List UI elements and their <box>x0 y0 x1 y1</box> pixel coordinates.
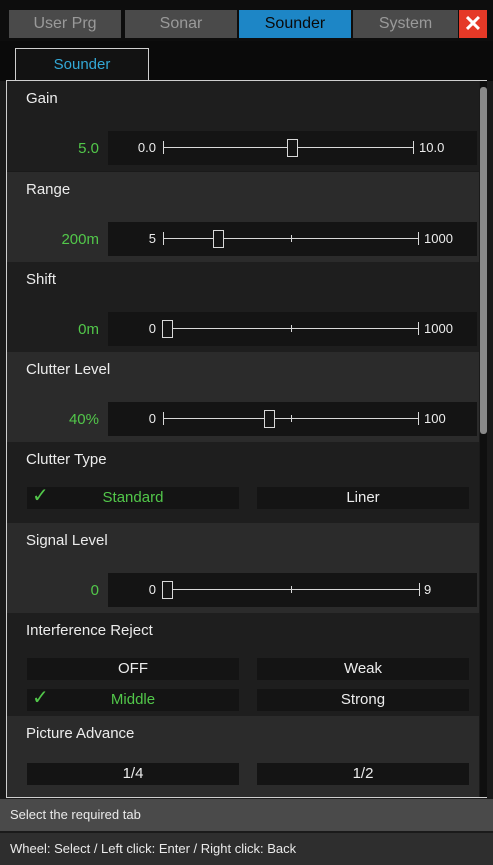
range-slider[interactable]: 5 1000 <box>108 222 477 256</box>
gain-header: Gain <box>7 81 479 126</box>
clutter-level-slider[interactable]: 0 100 <box>108 402 477 436</box>
signal-level-slider-thumb[interactable] <box>162 581 173 599</box>
gain-slider-thumb[interactable] <box>287 139 298 157</box>
clutter-level-label: Clutter Level <box>26 361 111 378</box>
tab-user-prg[interactable]: User Prg <box>9 10 121 38</box>
picture-advance-row: 1/4 1/2 <box>7 761 479 797</box>
clutter-type-label: Clutter Type <box>26 451 107 468</box>
signal-level-header: Signal Level <box>7 523 479 568</box>
gain-max: 10.0 <box>419 140 445 155</box>
tab-sounder[interactable]: Sounder <box>239 10 351 38</box>
slider-mid-tick <box>291 586 292 593</box>
shift-label: Shift <box>26 271 57 288</box>
clutter-level-max: 100 <box>424 411 446 426</box>
clutter-level-slider-thumb[interactable] <box>264 410 275 428</box>
option-label: Middle <box>110 691 156 708</box>
slider-max-cap <box>418 322 419 335</box>
picture-advance-header: Picture Advance <box>7 716 479 761</box>
tab-system[interactable]: System <box>353 10 458 38</box>
picture-advance-half-button[interactable]: 1/2 <box>257 763 469 785</box>
slider-mid-tick <box>291 235 292 242</box>
signal-level-max: 9 <box>424 582 432 597</box>
clutter-level-value: 40% <box>68 411 99 428</box>
gain-slider[interactable]: 0.0 10.0 <box>108 131 477 165</box>
shift-max: 1000 <box>424 321 453 336</box>
slider-max-cap <box>418 232 419 245</box>
picture-advance-label: Picture Advance <box>26 725 135 742</box>
range-slider-thumb[interactable] <box>213 230 224 248</box>
interference-middle-button[interactable]: ✓ Middle <box>27 687 239 711</box>
clutter-type-header: Clutter Type <box>7 442 479 487</box>
shift-min: 0 <box>148 321 156 336</box>
range-row: 200m 5 1000 <box>7 217 479 262</box>
range-max: 1000 <box>424 231 453 246</box>
range-label: Range <box>26 181 71 198</box>
range-min: 5 <box>148 231 156 246</box>
signal-level-row: 0 0 9 <box>7 568 479 613</box>
clutter-level-header: Clutter Level <box>7 352 479 397</box>
interference-reject-row: OFF Weak ✓ Middle Strong <box>7 658 479 716</box>
interference-reject-label: Interference Reject <box>26 622 153 639</box>
clutter-level-row: 40% 0 100 <box>7 397 479 442</box>
signal-level-min: 0 <box>148 582 156 597</box>
scrollbar-thumb[interactable] <box>480 87 487 434</box>
option-label: 1/4 <box>122 765 144 782</box>
tab-bar: User Prg Sonar Sounder System ✕ <box>0 0 493 41</box>
slider-max-cap <box>419 583 420 596</box>
clutter-level-min: 0 <box>148 411 156 426</box>
slider-mid-tick <box>291 325 292 332</box>
picture-advance-quarter-button[interactable]: 1/4 <box>27 763 239 785</box>
shift-row: 0m 0 1000 <box>7 307 479 352</box>
signal-level-label: Signal Level <box>26 532 108 549</box>
subtab-sounder[interactable]: Sounder <box>15 48 149 81</box>
option-label: OFF <box>118 660 148 677</box>
settings-panel: Gain 5.0 0.0 10.0 Range 200m 5 1000 Shif… <box>7 81 479 797</box>
option-label: Standard <box>102 489 164 506</box>
option-label: Weak <box>343 660 383 677</box>
range-header: Range <box>7 172 479 217</box>
clutter-type-row: ✓ Standard Liner <box>7 485 479 523</box>
shift-header: Shift <box>7 262 479 307</box>
check-icon: ✓ <box>32 485 49 507</box>
shift-slider-thumb[interactable] <box>162 320 173 338</box>
option-label: Strong <box>340 691 386 708</box>
clutter-type-standard-button[interactable]: ✓ Standard <box>27 485 239 509</box>
interference-off-button[interactable]: OFF <box>27 658 239 680</box>
signal-level-value: 0 <box>90 582 99 599</box>
gain-row: 5.0 0.0 10.0 <box>7 126 479 171</box>
interference-reject-header: Interference Reject <box>7 613 479 658</box>
interference-strong-button[interactable]: Strong <box>257 689 469 711</box>
signal-level-slider[interactable]: 0 9 <box>108 573 477 607</box>
option-label: 1/2 <box>352 765 374 782</box>
shift-value: 0m <box>78 321 99 338</box>
slider-max-cap <box>413 141 414 154</box>
clutter-type-liner-button[interactable]: Liner <box>257 487 469 509</box>
status-hint: Select the required tab <box>0 799 493 831</box>
shift-slider[interactable]: 0 1000 <box>108 312 477 346</box>
slider-max-cap <box>418 412 419 425</box>
interference-weak-button[interactable]: Weak <box>257 658 469 680</box>
option-label: Liner <box>346 489 380 506</box>
close-icon[interactable]: ✕ <box>459 10 487 38</box>
slider-mid-tick <box>291 415 292 422</box>
controls-hint: Wheel: Select / Left click: Enter / Righ… <box>0 833 493 865</box>
range-value: 200m <box>61 231 99 248</box>
gain-value: 5.0 <box>78 140 99 157</box>
check-icon: ✓ <box>32 687 49 709</box>
gain-min: 0.0 <box>137 140 156 155</box>
gain-label: Gain <box>26 90 58 107</box>
tab-sonar[interactable]: Sonar <box>125 10 237 38</box>
